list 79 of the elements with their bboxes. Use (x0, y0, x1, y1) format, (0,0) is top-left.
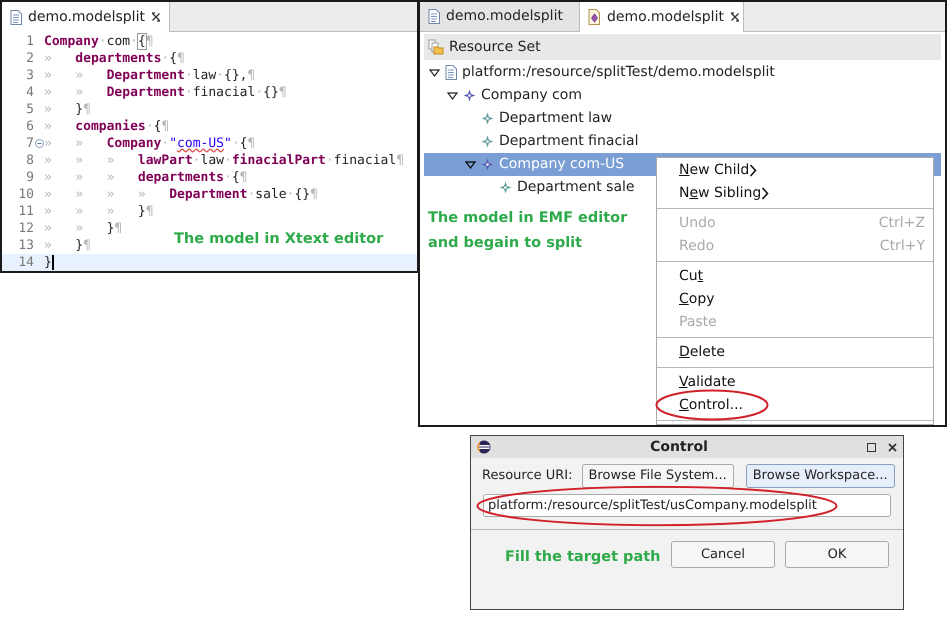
code-line: » » » departments·{¶ (44, 168, 248, 187)
line-number: 4 (25, 84, 34, 102)
code-line: Company·com·{¶ (44, 32, 154, 51)
line-number: 2 (25, 50, 34, 68)
code-line: » }¶ (44, 236, 91, 255)
code-line: » » Department·law·{},¶ (44, 66, 256, 85)
collapse-icon[interactable] (34, 139, 44, 148)
tree-item-label: platform:/resource/splitTest/demo.modelsplit (462, 63, 775, 82)
code-line: » » Department·finacial·{}¶ (44, 84, 287, 102)
tree-item-label: Department law (499, 109, 612, 128)
uri-field[interactable]: platform:/resource/splitTest/usCompany.modelsplit (483, 494, 891, 518)
code-line: » companies·{¶ (44, 118, 170, 136)
close-icon[interactable] (888, 442, 897, 452)
expanded-icon[interactable] (464, 160, 476, 168)
line-number: 6 (25, 118, 34, 136)
menu-item[interactable]: Copy (657, 288, 933, 311)
code-line: » » » lawPart·law·finacialPart·finacial¶ (44, 152, 404, 170)
menu-item[interactable]: Validate (657, 371, 933, 394)
expanded-icon[interactable] (428, 68, 440, 76)
menu-item[interactable]: Cut (657, 265, 933, 288)
tree-item-label: Company com (481, 86, 582, 105)
tree-item-label: Department finacial (499, 132, 638, 151)
tree-item[interactable]: Department law (424, 107, 941, 130)
menu-item[interactable]: New Sibling (657, 182, 933, 205)
line-number: 7 (25, 134, 34, 153)
line-number: 12 (17, 220, 34, 238)
code-line: » }¶ (44, 100, 91, 119)
line-number: 3 (25, 66, 34, 85)
expanded-icon[interactable] (446, 92, 458, 100)
code-line: » » }¶ (44, 220, 122, 238)
code-line: » » » }¶ (44, 202, 154, 221)
shortcut-text: Ctrl+Y (880, 237, 925, 256)
line-number: 14 (17, 254, 34, 271)
toolbar-label: Resource Set (449, 38, 541, 56)
browse-button[interactable]: Browse File System... (582, 464, 734, 488)
line-number: 5 (25, 100, 34, 119)
code-line: } (44, 254, 54, 271)
tree-item[interactable]: platform:/resource/splitTest/demo.modelsplit (424, 61, 941, 84)
field-label: Resource URI: (482, 467, 573, 486)
department-icon (481, 135, 494, 148)
close-icon[interactable] (150, 12, 161, 22)
company-icon (481, 158, 494, 171)
browse-button[interactable]: Browse Workspace... (746, 464, 895, 488)
file-icon (10, 10, 22, 24)
file-icon (428, 9, 440, 24)
menu-item[interactable]: Control... (657, 394, 933, 417)
annotation-text: The model in Xtext editor (174, 230, 384, 249)
company-icon (463, 89, 476, 102)
window-title: Control (649, 438, 709, 456)
editor-tab[interactable]: demo.modelsplit (580, 2, 744, 32)
department-icon (481, 112, 494, 125)
code-line: » » Company·"com-US"·{¶ (44, 134, 256, 153)
line-number: 11 (17, 202, 34, 221)
menu-item[interactable]: Delete (657, 341, 933, 364)
shortcut-text: Ctrl+Z (878, 214, 925, 233)
tree-item[interactable]: Company com (424, 84, 941, 107)
annotation-text: The model in EMF editor and begain to split (428, 209, 628, 253)
tree-item[interactable]: Department finacial (424, 130, 941, 153)
line-number: 9 (25, 168, 34, 187)
department-icon (499, 181, 512, 194)
code-line: » » » » Department·sale·{}¶ (44, 186, 318, 204)
close-icon[interactable] (730, 12, 740, 22)
model-file-icon (588, 9, 601, 25)
dialog-button[interactable]: OK (785, 540, 889, 568)
line-number: 10 (17, 186, 34, 204)
tree-item-label: Company com-US (499, 155, 624, 174)
editor-tab[interactable]: demo.modelsplit (420, 2, 580, 31)
maximize-icon[interactable] (867, 442, 876, 452)
app-icon (477, 440, 491, 454)
file-icon (445, 65, 457, 80)
code-line: » departments·{¶ (44, 50, 185, 68)
folders-icon (428, 39, 444, 55)
line-number: 13 (17, 236, 34, 255)
line-number: 8 (25, 152, 34, 170)
editor-tab[interactable]: demo.modelsplit (2, 2, 170, 32)
tree-item-label: Department sale (517, 178, 635, 197)
line-number: 1 (25, 32, 34, 51)
dialog-button[interactable]: Cancel (671, 540, 775, 568)
annotation-text: Fill the target path (505, 548, 660, 568)
